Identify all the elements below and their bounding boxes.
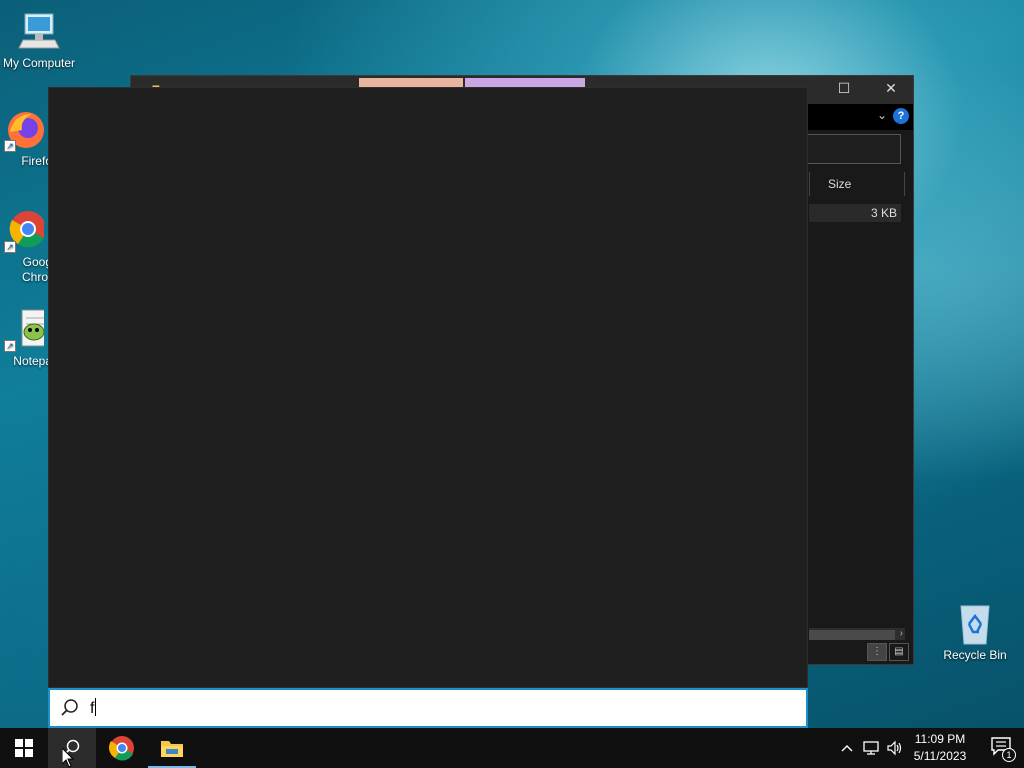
taskbar-search-box[interactable]: f — [48, 688, 808, 728]
computer-icon — [17, 10, 61, 54]
large-icons-view-icon[interactable]: ▤ — [889, 643, 909, 661]
chrome-icon: ↗ — [4, 205, 46, 253]
desktop-icon-label: Recycle Bin — [943, 648, 1007, 662]
taskbar: 11:09 PM 5/11/2023 1 — [0, 728, 1024, 768]
desktop-icon-recycle-bin[interactable]: Recycle Bin — [936, 602, 1014, 662]
close-button[interactable]: ✕ — [876, 80, 906, 97]
windows-icon — [15, 739, 33, 757]
desktop-icon-label: Goog Chror — [21, 255, 52, 284]
show-hidden-icons-chevron-up-icon[interactable] — [838, 728, 856, 768]
folder-icon — [161, 741, 183, 757]
maximize-button[interactable]: ☐ — [829, 80, 859, 97]
mouse-cursor-icon — [61, 746, 75, 768]
search-icon — [60, 698, 80, 718]
taskbar-file-explorer-button[interactable] — [148, 728, 196, 768]
help-icon[interactable]: ? — [893, 108, 909, 124]
scroll-right-icon[interactable]: › — [900, 628, 903, 639]
chevron-down-icon[interactable]: ⌄ — [877, 108, 887, 122]
firefox-icon: ↗ — [4, 108, 44, 152]
start-button[interactable] — [0, 728, 48, 768]
taskbar-chrome-button[interactable] — [98, 728, 146, 768]
notification-count-badge: 1 — [1002, 748, 1016, 762]
desktop-icon-chrome[interactable]: ↗ Goog Chror — [0, 205, 52, 285]
file-row-size[interactable]: 3 KB — [809, 204, 901, 222]
desktop-icon-my-computer[interactable]: My Computer — [0, 10, 78, 70]
desktop-icon-notepad-plus-plus[interactable]: ↗ Notepa — [0, 308, 52, 368]
scrollbar-thumb[interactable] — [809, 630, 895, 640]
details-view-icon[interactable]: ⋮ — [867, 643, 887, 661]
search-results-panel — [48, 87, 808, 688]
notepad-plus-plus-icon: ↗ — [4, 308, 49, 352]
text-caret — [95, 698, 97, 716]
clock-date: 5/11/2023 — [913, 749, 967, 763]
volume-icon[interactable] — [884, 728, 906, 768]
taskbar-clock[interactable]: 11:09 PM 5/11/2023 — [908, 731, 972, 765]
network-icon[interactable] — [860, 728, 882, 768]
shortcut-arrow-icon: ↗ — [4, 140, 16, 152]
explorer-search-input[interactable] — [797, 134, 901, 164]
clock-time: 11:09 PM — [914, 732, 966, 746]
shortcut-arrow-icon: ↗ — [4, 340, 16, 352]
action-center-button[interactable]: 1 — [990, 736, 1016, 762]
recycle-bin-icon — [953, 602, 997, 646]
desktop-icon-label: My Computer — [2, 56, 76, 70]
desktop-icon-label: Notepa — [13, 354, 52, 368]
desktop-icon-label: Firefo — [21, 154, 52, 168]
search-query[interactable]: f — [90, 698, 97, 718]
desktop-icon-firefox[interactable]: ↗ Firefo — [0, 108, 52, 168]
chrome-icon — [109, 736, 134, 761]
shortcut-arrow-icon: ↗ — [4, 241, 16, 253]
column-header-size[interactable]: Size — [809, 172, 905, 196]
